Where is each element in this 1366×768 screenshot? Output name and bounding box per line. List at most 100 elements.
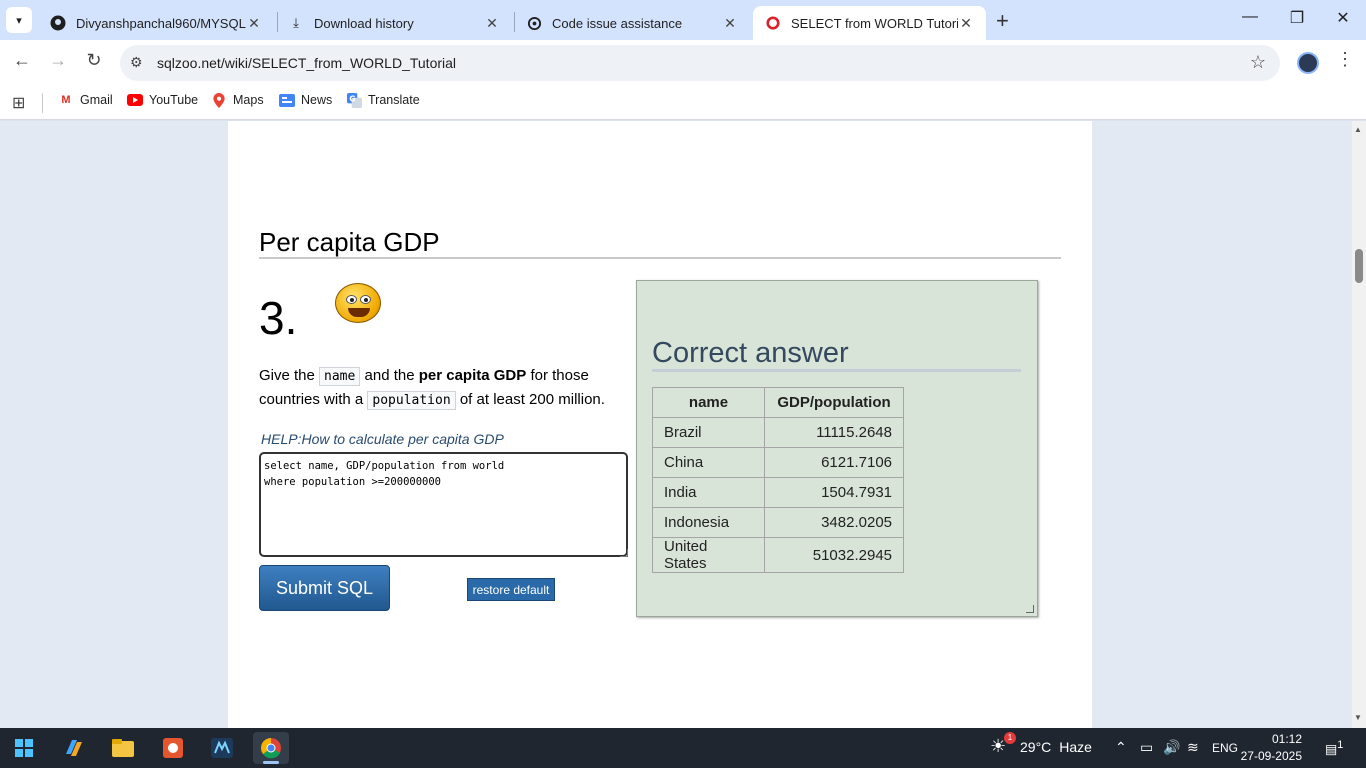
sql-editor[interactable]: select name, GDP/population from world w…	[259, 452, 628, 557]
weather-temp: 29°C	[1020, 739, 1052, 755]
answer-resize-handle[interactable]	[1026, 605, 1034, 613]
bookmark-maps[interactable]: Maps	[211, 92, 264, 108]
table-row: China 6121.7106	[652, 447, 904, 478]
bookmark-label: News	[301, 93, 333, 107]
url-text: sqlzoo.net/wiki/SELECT_from_WORLD_Tutori…	[157, 55, 457, 71]
site-settings-icon[interactable]: ⚙	[130, 54, 143, 71]
forward-icon[interactable]: →	[46, 50, 70, 71]
weather-condition: Haze	[1059, 739, 1092, 755]
bookmark-translate[interactable]: G Translate	[346, 92, 420, 108]
copilot-icon[interactable]	[56, 732, 92, 764]
chevron-down-icon: ▾	[16, 14, 22, 27]
back-icon[interactable]: ←	[10, 50, 34, 71]
smiley-eye	[346, 295, 357, 304]
tab-title: Download history	[314, 15, 414, 31]
mysql-workbench-icon[interactable]	[204, 732, 240, 764]
question-text: Give the name and the per capita GDP for…	[259, 364, 629, 412]
close-icon[interactable]: ✕	[722, 15, 738, 32]
restore-default-button[interactable]: restore default	[467, 578, 555, 601]
cell-value: 11115.2648	[764, 417, 904, 448]
bookmark-label: YouTube	[149, 93, 199, 107]
app-icon[interactable]	[155, 732, 191, 764]
reload-icon[interactable]: ↻	[82, 50, 106, 71]
table-row: Indonesia 3482.0205	[652, 507, 904, 538]
heading-divider	[259, 257, 1061, 259]
submit-sql-button[interactable]: Submit SQL	[259, 565, 390, 611]
question-part: of at least 200 million.	[455, 391, 605, 408]
close-icon[interactable]: ✕	[958, 15, 974, 32]
tab-sqlzoo[interactable]: SELECT from WORLD Tutorial - ✕	[753, 6, 986, 40]
tray-chevron-up-icon[interactable]: ⌃	[1115, 739, 1127, 756]
table-row: Brazil 11115.2648	[652, 417, 904, 448]
column-header: name	[652, 387, 765, 418]
download-icon: ⤓	[293, 15, 299, 30]
minimize-icon[interactable]: —	[1240, 8, 1260, 26]
chrome-menu-icon[interactable]: ⋮	[1336, 49, 1354, 70]
file-explorer-icon[interactable]	[105, 732, 141, 764]
close-icon[interactable]: ✕	[246, 15, 262, 32]
bookmark-news[interactable]: News	[279, 93, 332, 107]
new-tab-button[interactable]: +	[996, 8, 1009, 34]
question-bold: per capita GDP	[418, 367, 527, 384]
tab-github[interactable]: Divyanshpanchal960/MYSQL: S ✕	[38, 6, 274, 40]
tab-strip: ▾ Divyanshpanchal960/MYSQL: S ✕ ⤓ Downlo…	[0, 0, 1366, 40]
cell-value: 51032.2945	[764, 537, 904, 573]
table-header-row: name GDP/population	[652, 387, 904, 418]
start-button[interactable]	[6, 732, 42, 764]
svg-text:G: G	[349, 94, 355, 103]
page-content: Per capita GDP 3. Give the name and the …	[228, 121, 1092, 728]
maps-icon	[211, 92, 227, 108]
column-header: GDP/population	[764, 387, 904, 418]
scrollbar-thumb[interactable]	[1355, 249, 1363, 283]
notification-icon[interactable]: ▤1	[1325, 739, 1343, 757]
close-window-icon[interactable]: ✕	[1333, 8, 1353, 28]
weather-badge: 1	[1004, 732, 1016, 744]
cell-value: 3482.0205	[764, 507, 904, 538]
bookmark-label: Gmail	[80, 93, 113, 107]
address-bar[interactable]: ⚙ sqlzoo.net/wiki/SELECT_from_WORLD_Tuto…	[120, 45, 1280, 81]
smiley-mouth	[348, 308, 370, 317]
volume-icon[interactable]: 🔊	[1163, 739, 1180, 756]
help-link[interactable]: HELP:How to calculate per capita GDP	[261, 431, 504, 447]
language-indicator[interactable]: ENG	[1212, 741, 1238, 755]
clock-date: 27-09-2025	[1240, 749, 1302, 763]
system-clock[interactable]: 01:12 27-09-2025	[1240, 731, 1302, 765]
table-row: United States 51032.2945	[652, 537, 904, 573]
code-name: name	[319, 367, 361, 386]
notification-count: 1	[1337, 739, 1344, 751]
restore-window-icon[interactable]: ❐	[1287, 8, 1307, 28]
bookmark-star-icon[interactable]: ☆	[1250, 52, 1266, 73]
bookmark-youtube[interactable]: YouTube	[127, 93, 198, 107]
section-heading: Per capita GDP	[259, 227, 440, 257]
answer-table: name GDP/population Brazil 11115.2648 Ch…	[652, 387, 904, 573]
bookmark-gmail[interactable]: M Gmail	[58, 93, 113, 107]
profile-avatar[interactable]	[1297, 52, 1319, 74]
page-scrollbar[interactable]: ▲ ▼	[1352, 121, 1366, 728]
smiley-eye	[360, 295, 371, 304]
scroll-up-icon[interactable]: ▲	[1354, 125, 1362, 134]
tab-title: SELECT from WORLD Tutorial -	[791, 15, 958, 31]
clock-time: 01:12	[1271, 732, 1302, 746]
translate-icon: G	[346, 92, 362, 108]
bookmark-label: Translate	[368, 93, 420, 107]
github-icon	[50, 15, 66, 31]
bookmark-label: Maps	[233, 93, 264, 107]
chrome-icon[interactable]	[253, 732, 289, 764]
tab-search-button[interactable]: ▾	[6, 7, 32, 33]
sql-editor-resize-handle[interactable]	[620, 549, 628, 557]
cell-name: United States	[652, 537, 765, 573]
scroll-down-icon[interactable]: ▼	[1354, 713, 1362, 722]
browser-toolbar: ← → ↻ ⚙ sqlzoo.net/wiki/SELECT_from_WORL…	[0, 40, 1366, 86]
tab-download-history[interactable]: ⤓ Download history ✕	[276, 6, 512, 40]
question-part: Give the	[259, 367, 320, 384]
apps-grid-icon[interactable]: ⊞	[12, 93, 25, 113]
tab-code-issue[interactable]: Code issue assistance ✕	[514, 6, 750, 40]
cell-name: India	[652, 477, 765, 508]
battery-icon[interactable]: ▭	[1140, 739, 1153, 756]
sqlzoo-icon	[765, 15, 781, 31]
network-icon[interactable]: ≋	[1187, 739, 1199, 756]
answer-divider	[652, 369, 1021, 372]
weather-widget[interactable]: ☀ 1 29°C Haze	[990, 732, 1092, 758]
cell-name: Indonesia	[652, 507, 765, 538]
close-icon[interactable]: ✕	[484, 15, 500, 32]
